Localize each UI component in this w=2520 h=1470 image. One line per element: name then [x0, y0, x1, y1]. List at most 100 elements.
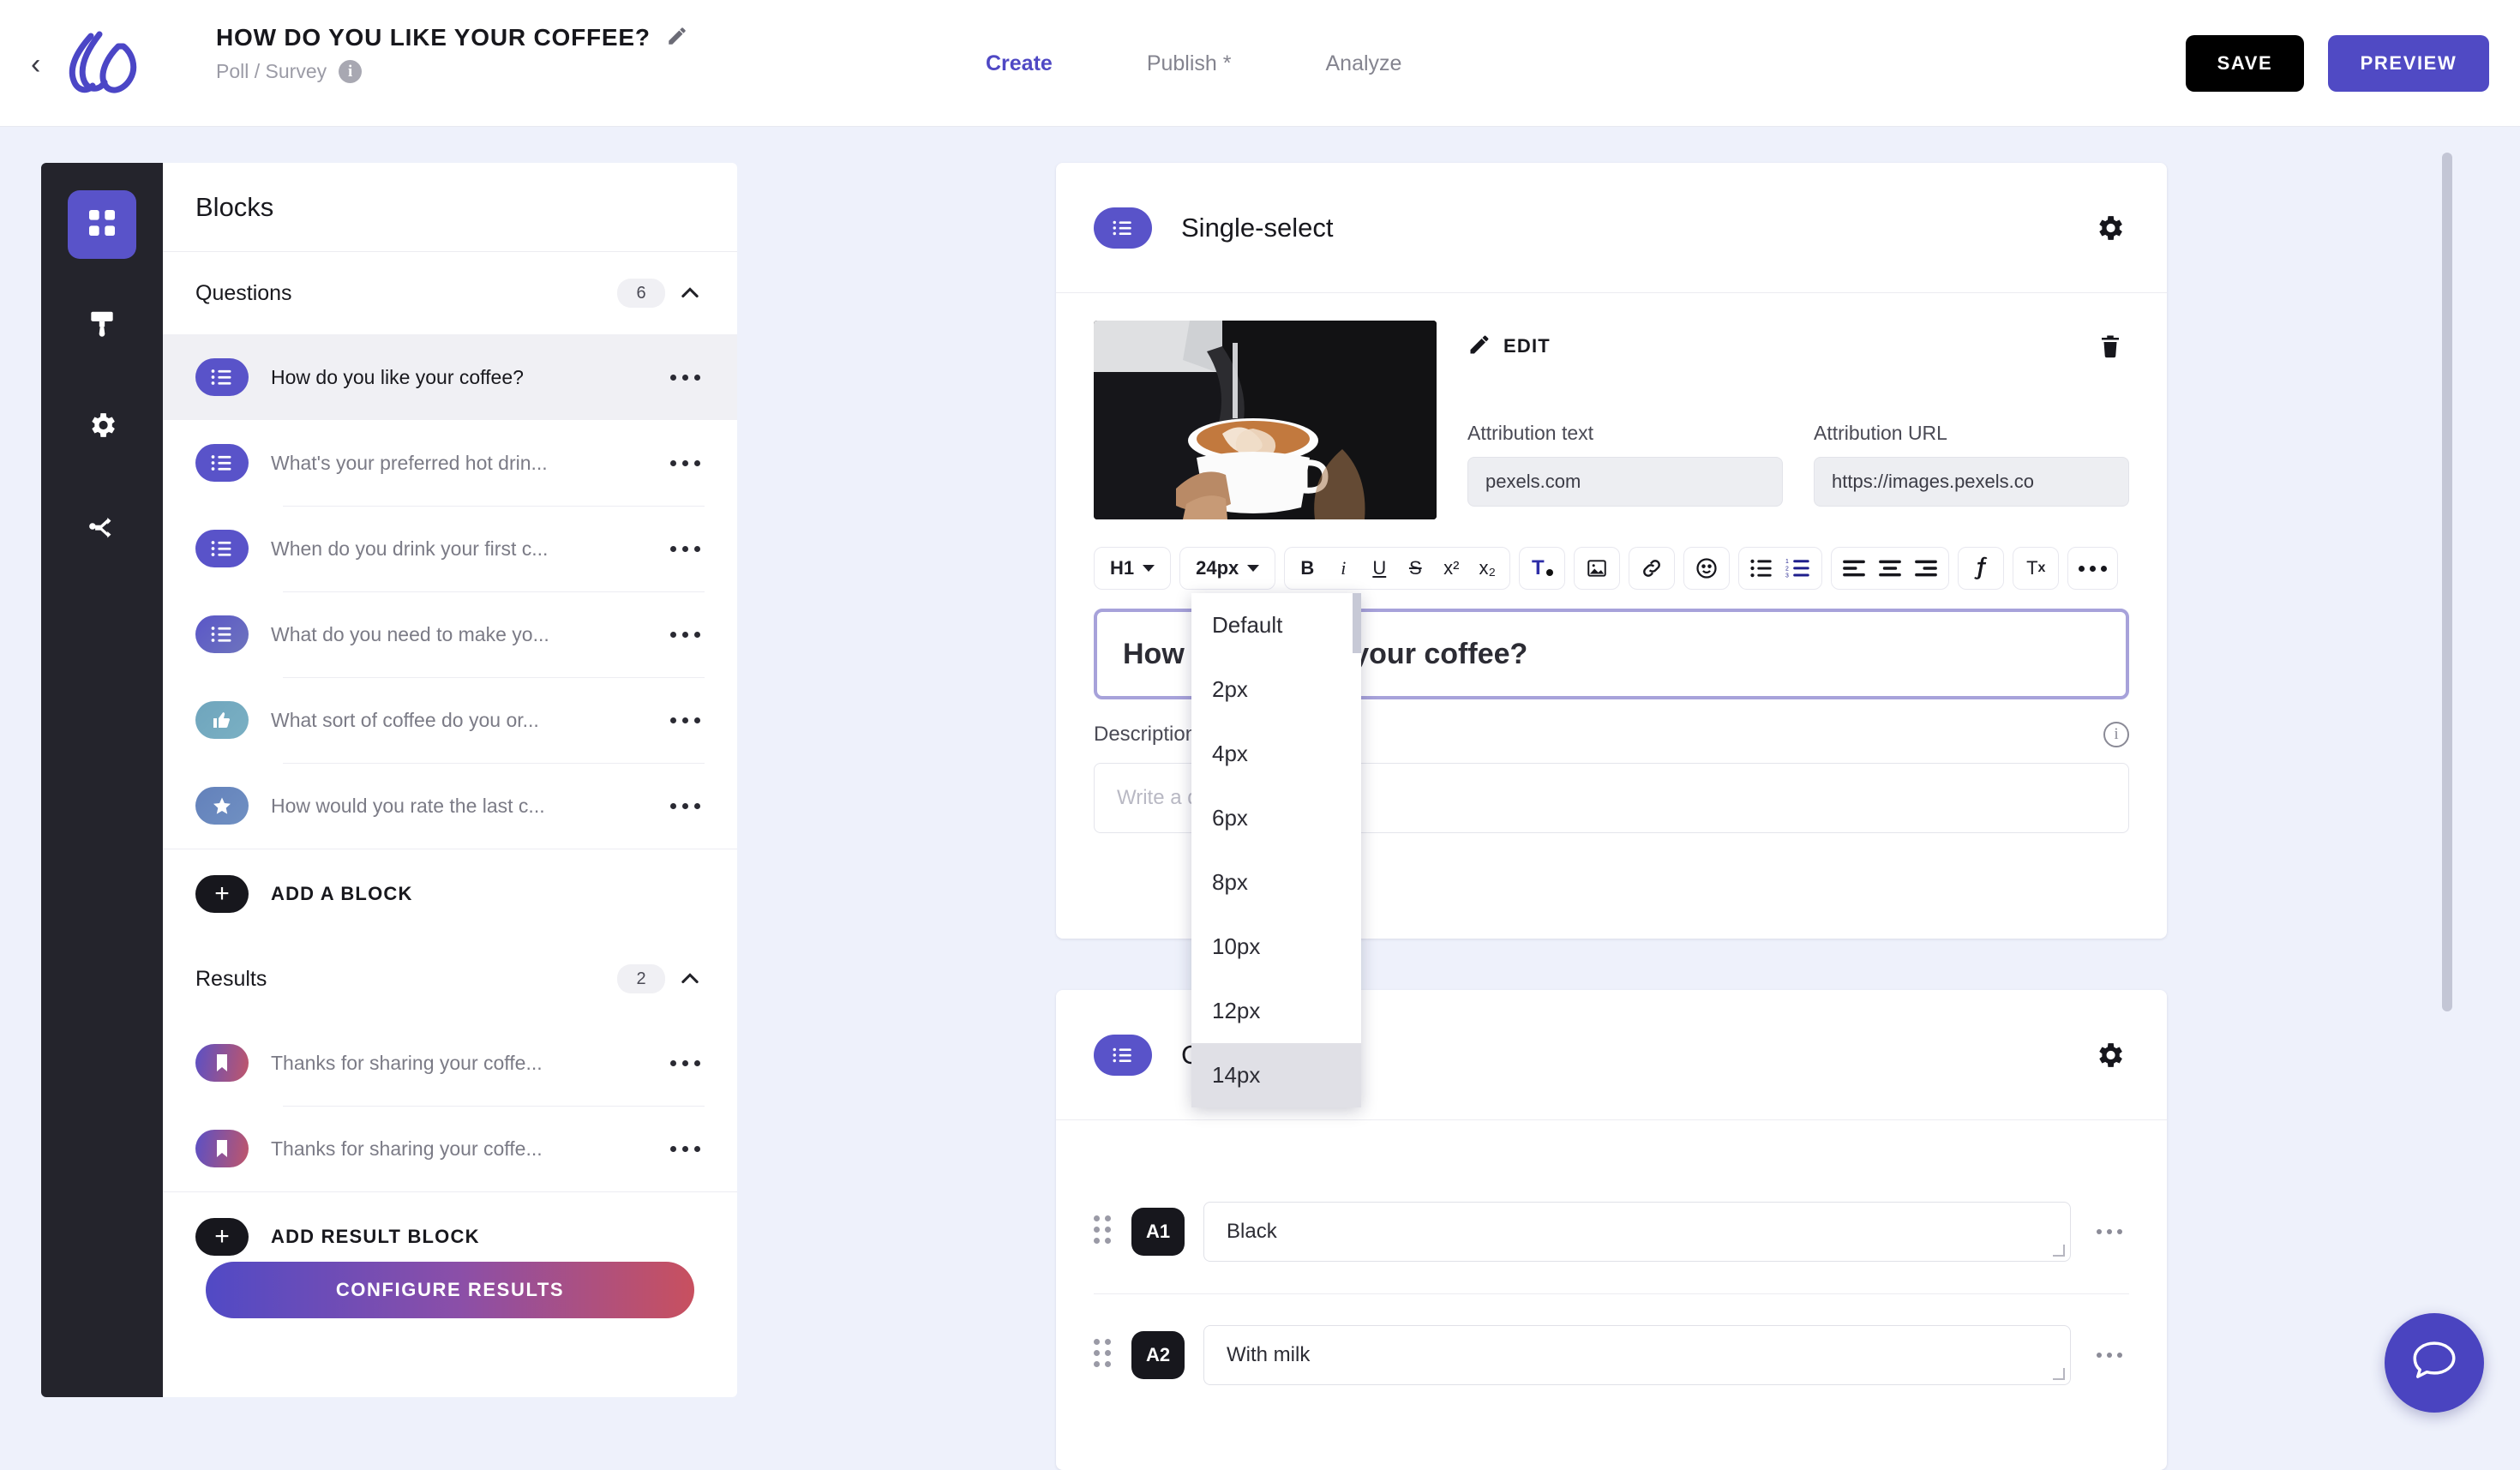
more-horizontal-icon[interactable]: [665, 621, 705, 647]
chevron-up-icon[interactable]: [675, 964, 705, 993]
attribution-text-input[interactable]: pexels.com: [1467, 457, 1783, 507]
align-right-icon[interactable]: [1909, 550, 1943, 586]
image-icon[interactable]: [1580, 550, 1614, 586]
list-item[interactable]: When do you drink your first c...: [163, 506, 737, 591]
more-horizontal-icon[interactable]: [665, 364, 705, 390]
align-center-icon[interactable]: [1873, 550, 1907, 586]
answer-key-badge: A2: [1131, 1331, 1185, 1379]
tab-publish[interactable]: Publish *: [1147, 51, 1232, 76]
underline-icon[interactable]: U: [1362, 550, 1396, 586]
tab-create[interactable]: Create: [986, 51, 1053, 76]
emoji-icon[interactable]: [1689, 550, 1724, 586]
menu-item-14px[interactable]: 14px: [1191, 1043, 1361, 1107]
question-card-title: Single-select: [1181, 212, 1334, 243]
more-horizontal-icon[interactable]: [2073, 550, 2112, 586]
list-item[interactable]: What do you need to make yo...: [163, 591, 737, 677]
text-color-icon[interactable]: T: [1525, 550, 1559, 586]
more-horizontal-icon[interactable]: [665, 793, 705, 819]
question-image[interactable]: [1094, 321, 1437, 519]
single-select-icon: [195, 444, 249, 482]
edit-image-button[interactable]: EDIT: [1467, 333, 1551, 361]
star-icon: [195, 787, 249, 825]
menu-item-8px[interactable]: 8px: [1191, 850, 1361, 915]
more-horizontal-icon[interactable]: [2090, 1229, 2129, 1234]
chat-support-button[interactable]: [2385, 1313, 2484, 1413]
toolbar-group-fontsize: 24px: [1179, 547, 1276, 590]
info-icon[interactable]: i: [339, 60, 363, 83]
bold-icon[interactable]: B: [1290, 550, 1324, 586]
more-horizontal-icon[interactable]: [665, 1136, 705, 1161]
add-block-button[interactable]: + ADD A BLOCK: [163, 849, 737, 938]
vertical-scrollbar-thumb[interactable]: [2442, 153, 2452, 1011]
add-block-label: ADD A BLOCK: [271, 882, 413, 904]
formula-icon[interactable]: [1964, 550, 1998, 586]
answer-text-input[interactable]: Black: [1203, 1202, 2071, 1262]
drag-handle-icon[interactable]: [1094, 1215, 1113, 1248]
save-button[interactable]: SAVE: [2186, 35, 2304, 92]
toolbar-group-heading: H1: [1094, 547, 1172, 590]
questions-section-header[interactable]: Questions 6: [163, 252, 737, 334]
list-item[interactable]: Thanks for sharing your coffe...: [163, 1020, 737, 1106]
gear-icon[interactable]: [2090, 1035, 2129, 1075]
configure-results-button[interactable]: CONFIGURE RESULTS: [206, 1262, 694, 1318]
blocks-grid-icon: [85, 206, 119, 244]
back-chevron-icon[interactable]: ‹: [31, 50, 57, 79]
toolbar-group-formula: [1958, 547, 2005, 590]
more-horizontal-icon[interactable]: [2090, 1353, 2129, 1358]
align-left-icon[interactable]: [1837, 550, 1871, 586]
blocks-panel-header: Blocks: [163, 163, 737, 252]
brand-logo-icon[interactable]: [62, 31, 141, 98]
rail-item-settings[interactable]: [68, 393, 136, 461]
menu-item-2px[interactable]: 2px: [1191, 657, 1361, 722]
preview-button[interactable]: PREVIEW: [2328, 35, 2489, 92]
more-horizontal-icon[interactable]: [665, 450, 705, 476]
rail-item-blocks[interactable]: [68, 190, 136, 259]
font-size-select[interactable]: 24px: [1185, 550, 1269, 586]
clear-formatting-icon[interactable]: Tx: [2019, 550, 2053, 586]
drag-handle-icon[interactable]: [1094, 1339, 1113, 1371]
more-horizontal-icon[interactable]: [665, 536, 705, 561]
italic-icon[interactable]: i: [1326, 550, 1360, 586]
menu-item-12px[interactable]: 12px: [1191, 979, 1361, 1043]
answer-text-input[interactable]: With milk: [1203, 1325, 2071, 1385]
table-row: A2 With milk: [1056, 1293, 2167, 1417]
heading-select[interactable]: H1: [1100, 550, 1165, 586]
attribution-text-label: Attribution text: [1467, 422, 1594, 444]
chevron-up-icon[interactable]: [675, 279, 705, 308]
toolbar-group-clear: Tx: [2013, 547, 2060, 590]
dropdown-scrollbar-thumb[interactable]: [1353, 593, 1361, 653]
list-item[interactable]: Thanks for sharing your coffe...: [163, 1106, 737, 1191]
main-nav-tabs: Create Publish * Analyze: [986, 0, 1401, 127]
list-item[interactable]: What's your preferred hot drin...: [163, 420, 737, 506]
superscript-icon[interactable]: x²: [1434, 550, 1468, 586]
toolbar-group-textcolor: T: [1519, 547, 1566, 590]
tab-analyze[interactable]: Analyze: [1326, 51, 1402, 76]
menu-item-10px[interactable]: 10px: [1191, 915, 1361, 979]
more-horizontal-icon[interactable]: [665, 707, 705, 733]
strikethrough-icon[interactable]: S: [1398, 550, 1432, 586]
dropdown-scrollbar[interactable]: [1353, 593, 1361, 1107]
info-icon[interactable]: i: [2103, 722, 2129, 747]
font-size-dropdown-menu[interactable]: Default 2px 4px 6px 8px 10px 12px 14px: [1191, 593, 1361, 1107]
more-horizontal-icon[interactable]: [665, 1050, 705, 1076]
rich-text-toolbar: H1 24px B i U S x² x₂ T 1 2 3 T x: [1094, 547, 2119, 590]
list-item[interactable]: What sort of coffee do you or...: [163, 677, 737, 763]
menu-item-6px[interactable]: 6px: [1191, 786, 1361, 850]
menu-item-4px[interactable]: 4px: [1191, 722, 1361, 786]
menu-item-default[interactable]: Default: [1191, 593, 1361, 657]
bookmark-icon: [195, 1130, 249, 1167]
pencil-icon[interactable]: [666, 25, 688, 51]
rail-item-design[interactable]: [68, 291, 136, 360]
attribution-url-input[interactable]: https://images.pexels.co: [1814, 457, 2129, 507]
list-item[interactable]: How do you like your coffee?: [163, 334, 737, 420]
subscript-icon[interactable]: x₂: [1470, 550, 1504, 586]
list-item[interactable]: How would you rate the last c...: [163, 763, 737, 849]
results-section-header[interactable]: Results 2: [163, 938, 737, 1020]
results-list: Thanks for sharing your coffe... Thanks …: [163, 1020, 737, 1191]
rail-item-logic[interactable]: [68, 494, 136, 562]
trash-icon[interactable]: [2091, 327, 2129, 365]
bullet-list-icon[interactable]: [1744, 550, 1779, 586]
link-icon[interactable]: [1635, 550, 1669, 586]
gear-icon[interactable]: [2090, 208, 2129, 248]
numbered-list-icon[interactable]: 123: [1780, 550, 1816, 586]
